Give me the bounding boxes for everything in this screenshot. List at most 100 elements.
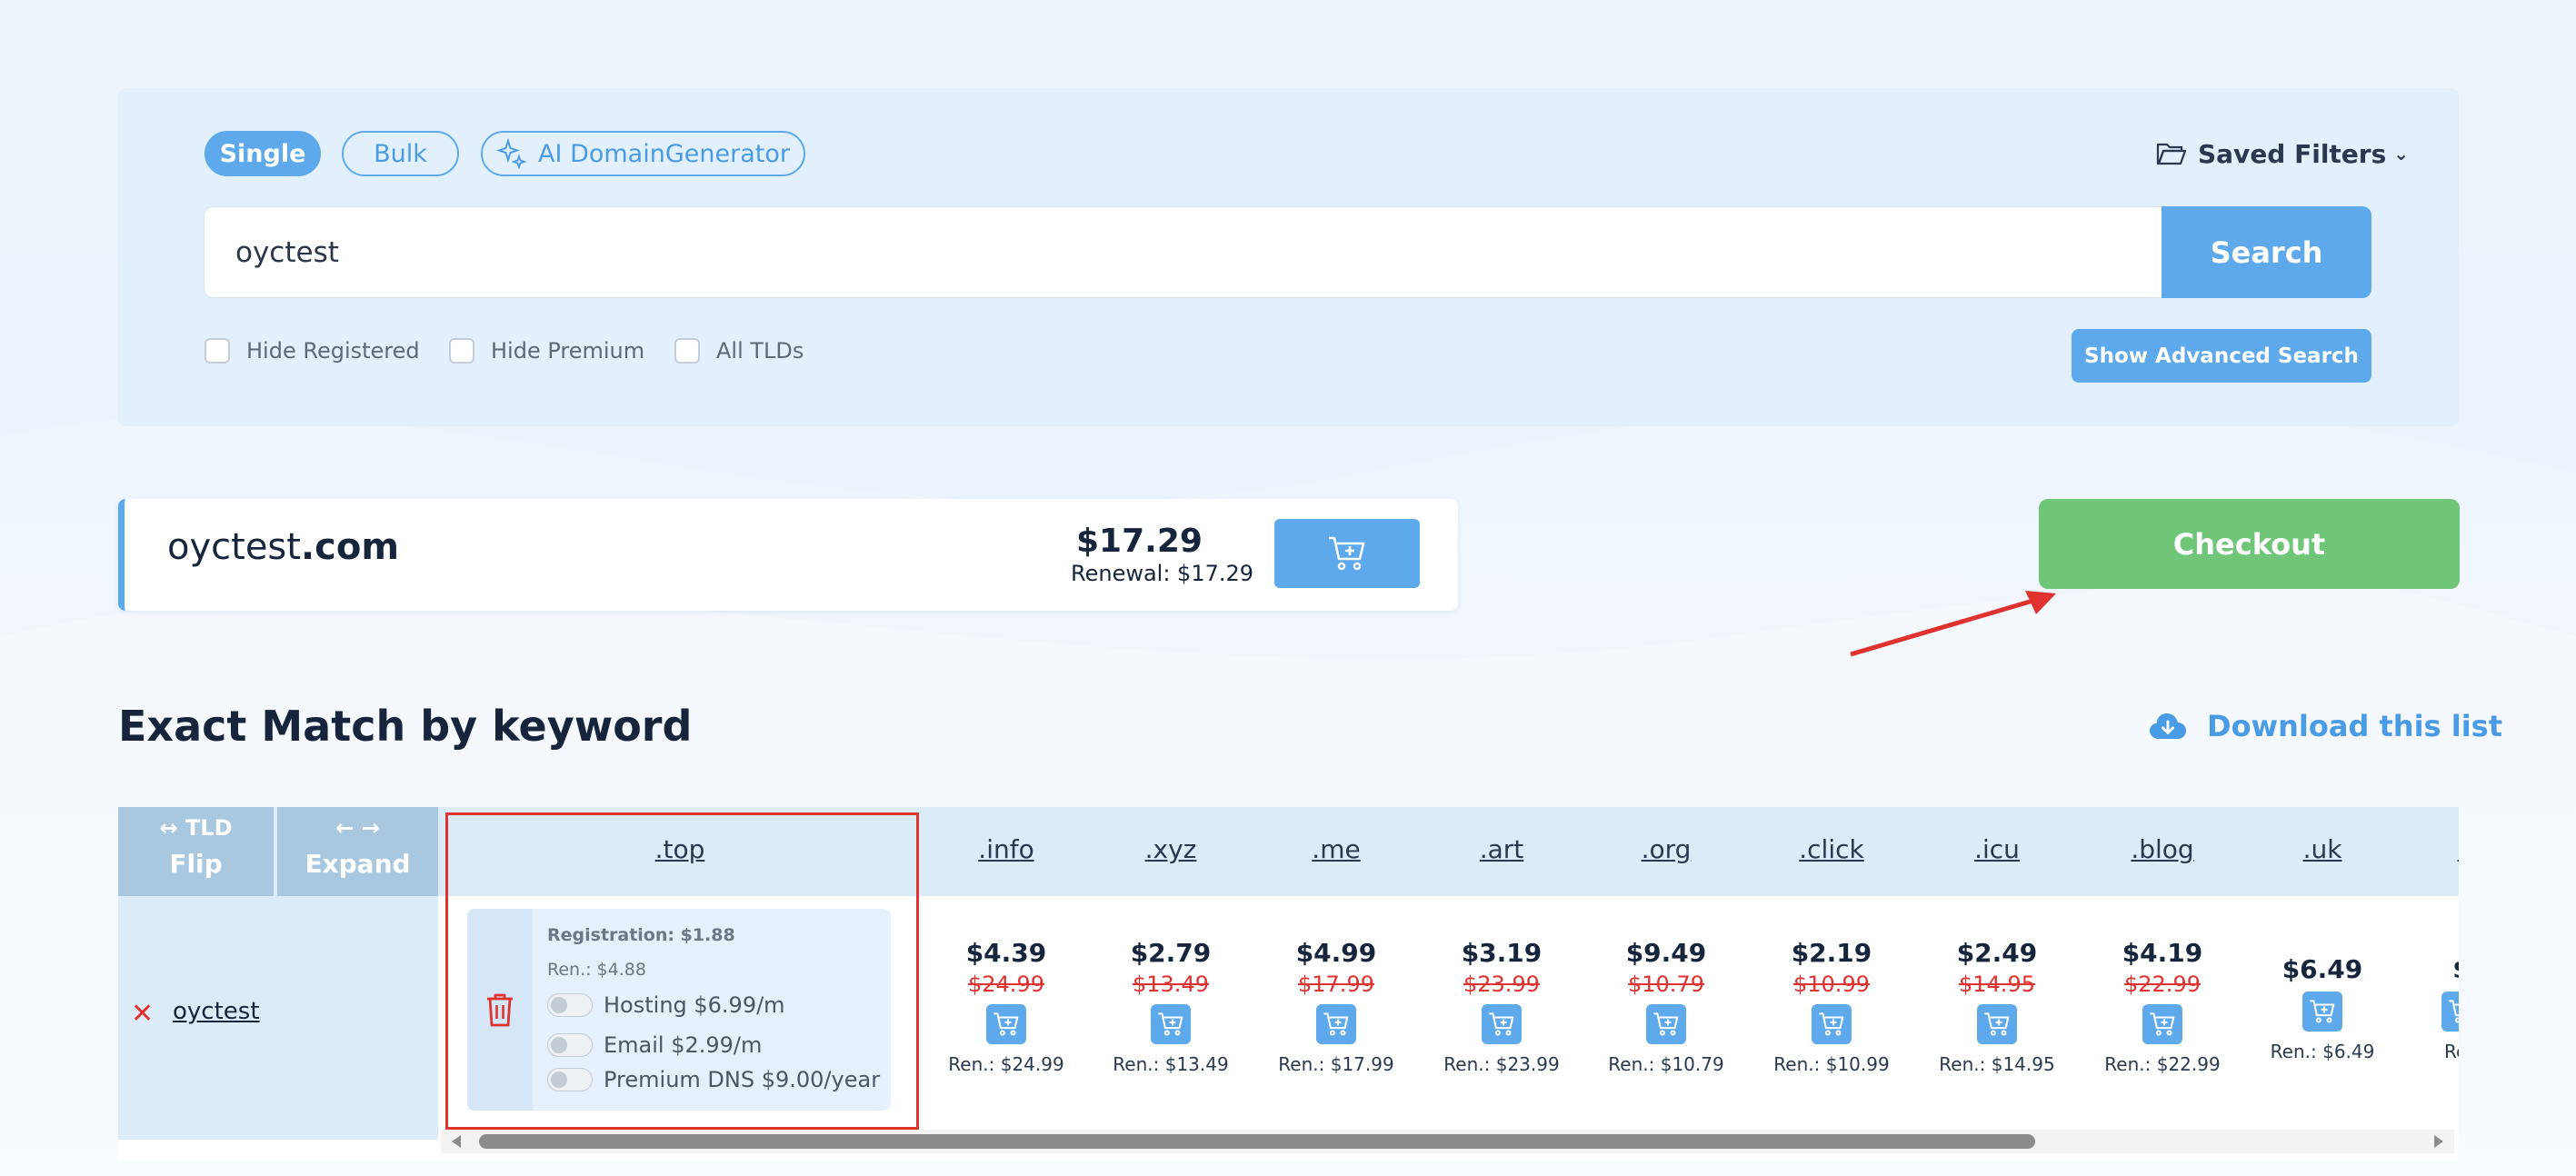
cart-plus-icon xyxy=(2309,999,2336,1024)
checkbox-box[interactable] xyxy=(674,338,700,364)
tab-single[interactable]: Single xyxy=(205,131,321,176)
cart-plus-icon xyxy=(1488,1012,1515,1037)
tld-price: $ xyxy=(2384,954,2459,984)
sparkle-icon xyxy=(496,138,527,169)
keyword-link[interactable]: oyctest xyxy=(173,998,260,1025)
tld-header[interactable]: .org xyxy=(1642,834,1692,864)
add-to-cart-button[interactable] xyxy=(1151,1004,1191,1044)
primary-domain-price: $17.29 xyxy=(1076,523,1203,560)
all-tlds-checkbox[interactable]: All TLDs xyxy=(674,338,804,364)
search-input[interactable]: oyctest xyxy=(204,206,2162,298)
cart-plus-icon xyxy=(1652,1012,1680,1037)
tld-header[interactable]: .art xyxy=(1480,834,1524,864)
tld-price-cell: $4.99 $17.99 Ren.: $17.99 xyxy=(1259,896,1413,1140)
scroll-right-arrow-icon[interactable] xyxy=(2434,1135,2443,1148)
tld-price-cell: $6.49 Ren.: $6.49 xyxy=(2245,896,2400,1140)
tld-header[interactable]: .blog xyxy=(2131,834,2193,864)
tld-price-cell: $2.79 $13.49 Ren.: $13.49 xyxy=(1093,896,1248,1140)
all-tlds-label: All TLDs xyxy=(716,338,804,364)
add-to-cart-button[interactable] xyxy=(2441,992,2459,1031)
search-query: oyctest xyxy=(235,235,339,269)
add-to-cart-button[interactable] xyxy=(1646,1004,1686,1044)
tld-old-price: $24.99 xyxy=(968,972,1044,997)
tld-renewal: Ren.: $10.79 xyxy=(1608,1053,1724,1075)
add-to-cart-button[interactable] xyxy=(1977,1004,2017,1044)
tld-header[interactable]: . xyxy=(2458,834,2459,864)
tld-old-price: $22.99 xyxy=(2124,972,2201,997)
tld-price: $4.99 xyxy=(1295,938,1377,968)
checkbox-box[interactable] xyxy=(205,338,230,364)
remove-keyword-icon[interactable]: ✕ xyxy=(131,998,154,1030)
checkout-button[interactable]: Checkout xyxy=(2039,499,2460,589)
tld-old-price: $10.99 xyxy=(1793,972,1870,997)
primary-domain-card: oyctest.com $17.29 Renewal: $17.29 xyxy=(118,499,1458,611)
hide-premium-label: Hide Premium xyxy=(491,338,645,364)
add-to-cart-button[interactable] xyxy=(986,1004,1026,1044)
tld-price-cell: $4.39 $24.99 Ren.: $24.99 xyxy=(929,896,1083,1140)
tld-renewal: Ren.: $6.49 xyxy=(2270,1041,2375,1062)
cart-plus-icon xyxy=(1323,1012,1350,1037)
add-to-cart-button[interactable] xyxy=(1274,519,1420,588)
chevron-down-icon: ⌄ xyxy=(2393,143,2410,164)
scroll-thumb[interactable] xyxy=(479,1134,2035,1149)
tld-price: $9.49 xyxy=(1625,938,1707,968)
tld-price-cell: $9.49 $10.79 Ren.: $10.79 xyxy=(1589,896,1743,1140)
download-list-link[interactable]: Download this list xyxy=(2149,709,2502,743)
add-to-cart-button[interactable] xyxy=(2142,1004,2182,1044)
tld-renewal: Ren.: $22.99 xyxy=(2104,1053,2221,1075)
checkbox-box[interactable] xyxy=(449,338,474,364)
domain-sld: oyctest xyxy=(167,526,301,568)
tld-price-cell: $4.19 $22.99 Ren.: $22.99 xyxy=(2085,896,2240,1140)
search-button[interactable]: Search xyxy=(2162,206,2371,298)
tld-old-price: $14.95 xyxy=(1959,972,2035,997)
tld-header[interactable]: .icu xyxy=(1974,834,2020,864)
tld-old-price: $23.99 xyxy=(1463,972,1540,997)
folder-open-icon xyxy=(2156,141,2187,166)
tab-ai-domain-generator[interactable]: AI DomainGenerator xyxy=(481,131,805,176)
tld-price: $6.49 xyxy=(2281,954,2363,984)
tld-renewal: Ren.: $23.99 xyxy=(1443,1053,1560,1075)
cart-plus-icon xyxy=(2149,1012,2176,1037)
add-to-cart-button[interactable] xyxy=(1316,1004,1356,1044)
domain-tld: .com xyxy=(300,526,400,568)
tld-header[interactable]: .click xyxy=(1799,834,1863,864)
tld-header[interactable]: .info xyxy=(978,834,1033,864)
hide-premium-checkbox[interactable]: Hide Premium xyxy=(449,338,644,364)
section-title: Exact Match by keyword xyxy=(118,702,693,751)
expand-control[interactable]: ← → Expand xyxy=(277,807,438,896)
annotation-arrow xyxy=(1850,591,2056,657)
saved-filters-dropdown[interactable]: Saved Filters ⌄ xyxy=(2156,135,2409,173)
tld-header[interactable]: .xyz xyxy=(1145,834,1197,864)
cloud-download-icon xyxy=(2149,712,2187,741)
annotation-highlight-box xyxy=(445,812,919,1130)
hide-registered-checkbox[interactable]: Hide Registered xyxy=(205,338,420,364)
tld-renewal: Ren.: $24.99 xyxy=(948,1053,1064,1075)
flip-control[interactable]: ↔ TLD Flip xyxy=(118,807,275,896)
tab-bulk[interactable]: Bulk xyxy=(342,131,459,176)
tab-ai-label: AI DomainGenerator xyxy=(538,139,790,168)
scroll-left-arrow-icon[interactable] xyxy=(452,1135,461,1148)
tld-header[interactable]: .uk xyxy=(2303,834,2342,864)
primary-domain-renewal: Renewal: $17.29 xyxy=(1071,561,1254,586)
tld-price-cell: $3.19 $23.99 Ren.: $23.99 xyxy=(1424,896,1579,1140)
tld-price-cell: $ Ren xyxy=(2384,896,2459,1140)
tab-single-label: Single xyxy=(219,139,306,168)
tld-renewal: Ren xyxy=(2444,1041,2459,1062)
add-to-cart-button[interactable] xyxy=(1812,1004,1852,1044)
tld-renewal: Ren.: $14.95 xyxy=(1939,1053,2055,1075)
flip-label: Flip xyxy=(169,849,223,879)
tld-price-cell: $2.49 $14.95 Ren.: $14.95 xyxy=(1920,896,2074,1140)
add-to-cart-button[interactable] xyxy=(1482,1004,1522,1044)
add-to-cart-button[interactable] xyxy=(2302,992,2342,1031)
horizontal-scrollbar[interactable] xyxy=(441,1130,2454,1153)
keyword-cell: ✕ oyctest xyxy=(118,896,438,1140)
cart-plus-icon xyxy=(1157,1012,1184,1037)
flip-icon-row: ↔ TLD xyxy=(159,815,233,841)
advanced-search-label: Show Advanced Search xyxy=(2084,344,2359,368)
show-advanced-search-button[interactable]: Show Advanced Search xyxy=(2072,329,2371,383)
tld-old-price: $10.79 xyxy=(1628,972,1704,997)
tld-renewal: Ren.: $13.49 xyxy=(1113,1053,1229,1075)
primary-domain-name: oyctest.com xyxy=(167,526,399,568)
cart-plus-icon xyxy=(1983,1012,2011,1037)
tld-header[interactable]: .me xyxy=(1312,834,1360,864)
